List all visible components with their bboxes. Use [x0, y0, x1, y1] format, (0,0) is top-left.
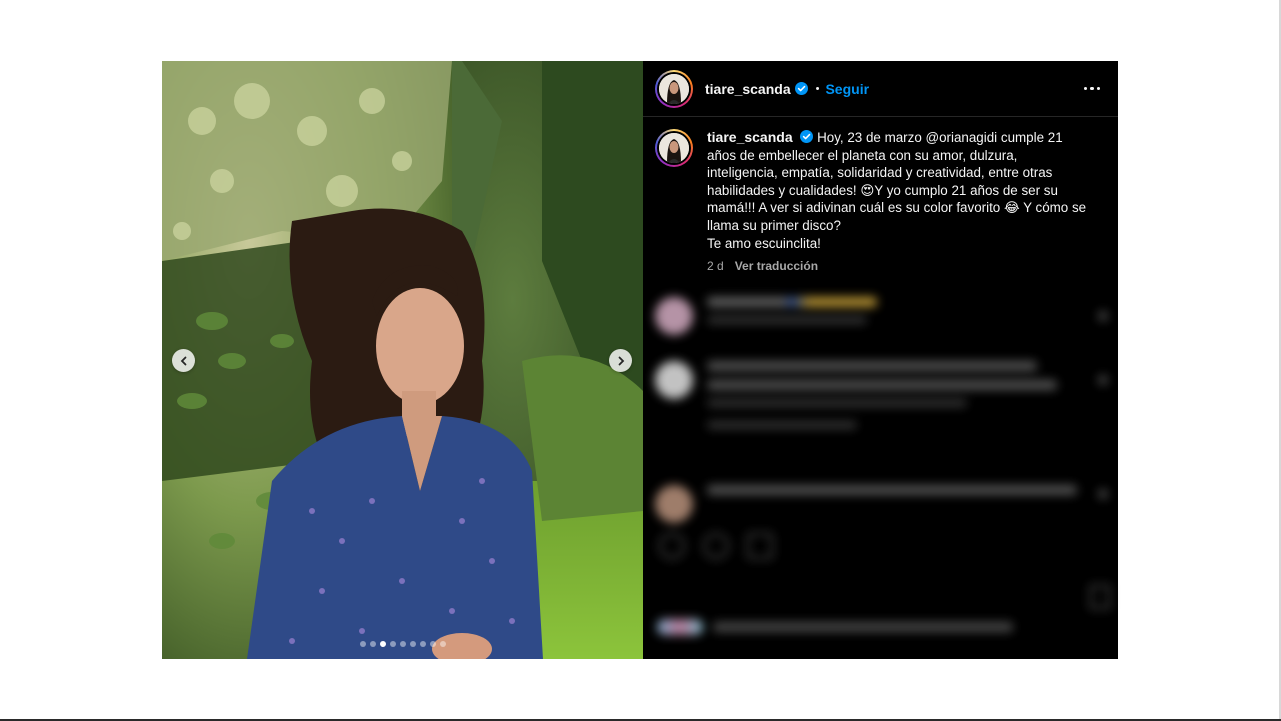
more-dot	[1096, 86, 1100, 91]
blurred-avatar	[655, 361, 693, 399]
blurred-lines	[707, 297, 877, 333]
blurred-line	[707, 316, 867, 324]
see-translation-link[interactable]: Ver traducción	[735, 258, 818, 276]
caption-meta: 2 d Ver traducción	[707, 258, 1087, 276]
carousel-dot	[359, 641, 366, 647]
verified-badge-icon	[794, 82, 808, 95]
more-options-icon[interactable]	[1080, 83, 1105, 95]
blurred-line	[707, 361, 1037, 371]
post-timestamp[interactable]: 2 d	[707, 258, 724, 276]
blurred-avatar	[655, 485, 693, 523]
blurred-comments-area	[643, 289, 1118, 659]
blurred-comment	[655, 485, 1077, 523]
post-details-panel: tiare_scanda • Seguir tiare_scanda Hoy, …	[643, 61, 1118, 659]
more-dot	[1083, 86, 1087, 91]
carousel-dot	[389, 641, 396, 647]
photo-image	[162, 61, 643, 659]
blurred-comment	[655, 361, 1057, 438]
blurred-line	[707, 421, 857, 429]
caption-avatar[interactable]	[655, 129, 693, 167]
blurred-lines	[707, 485, 1077, 504]
header-separator: •	[815, 82, 820, 95]
previous-slide-button[interactable]	[172, 349, 195, 372]
header-username[interactable]: tiare_scanda	[705, 81, 791, 97]
blurred-line	[707, 380, 1057, 390]
blurred-bookmark	[1090, 585, 1110, 609]
carousel-dot	[369, 641, 376, 647]
blurred-line	[707, 485, 1077, 495]
avatar-portrait	[659, 73, 689, 104]
carousel-dot	[419, 641, 426, 647]
carousel-dot	[409, 641, 416, 647]
blurred-lines	[707, 361, 1057, 438]
blurred-action	[659, 533, 685, 559]
next-slide-button[interactable]	[609, 349, 632, 372]
blurred-line	[707, 297, 877, 307]
chevron-right-icon	[618, 356, 624, 365]
avatar-border	[657, 71, 691, 106]
avatar[interactable]	[655, 69, 693, 108]
caption-body: tiare_scanda Hoy, 23 de marzo @orianagid…	[707, 129, 1087, 276]
carousel-dot	[439, 641, 446, 647]
post-caption: tiare_scanda Hoy, 23 de marzo @orianagid…	[643, 117, 1118, 276]
blurred-heart	[1098, 489, 1108, 499]
caption-avatar-portrait	[659, 133, 689, 163]
follow-button[interactable]: Seguir	[825, 81, 869, 97]
caption-text: Hoy, 23 de marzo @orianagidi cumple 21 a…	[707, 130, 1087, 251]
post-header: tiare_scanda • Seguir	[643, 61, 1118, 117]
blurred-line	[713, 622, 1013, 632]
blurred-comment	[655, 297, 877, 335]
blurred-action	[747, 533, 773, 559]
blurred-heart	[1098, 311, 1108, 321]
carousel-dot	[379, 641, 386, 647]
blurred-likes	[657, 619, 1013, 635]
blurred-heart	[1098, 375, 1108, 385]
carousel-dot	[399, 641, 406, 647]
caption-username[interactable]: tiare_scanda	[707, 129, 793, 145]
instagram-post: tiare_scanda • Seguir tiare_scanda Hoy, …	[162, 61, 1118, 659]
blurred-like-avatars	[657, 619, 703, 635]
caption-avatar-border	[657, 131, 691, 165]
chevron-left-icon	[180, 356, 186, 365]
blurred-action-bar	[659, 533, 773, 559]
carousel-indicator	[162, 641, 643, 647]
blurred-line	[707, 399, 967, 407]
avatar-image	[659, 73, 689, 104]
verified-badge-icon	[800, 130, 814, 143]
carousel-dot	[429, 641, 436, 647]
more-dot	[1090, 86, 1094, 91]
blurred-action	[703, 533, 729, 559]
blurred-avatar	[655, 297, 693, 335]
caption-avatar-image	[659, 133, 689, 163]
post-photo[interactable]	[162, 61, 643, 659]
